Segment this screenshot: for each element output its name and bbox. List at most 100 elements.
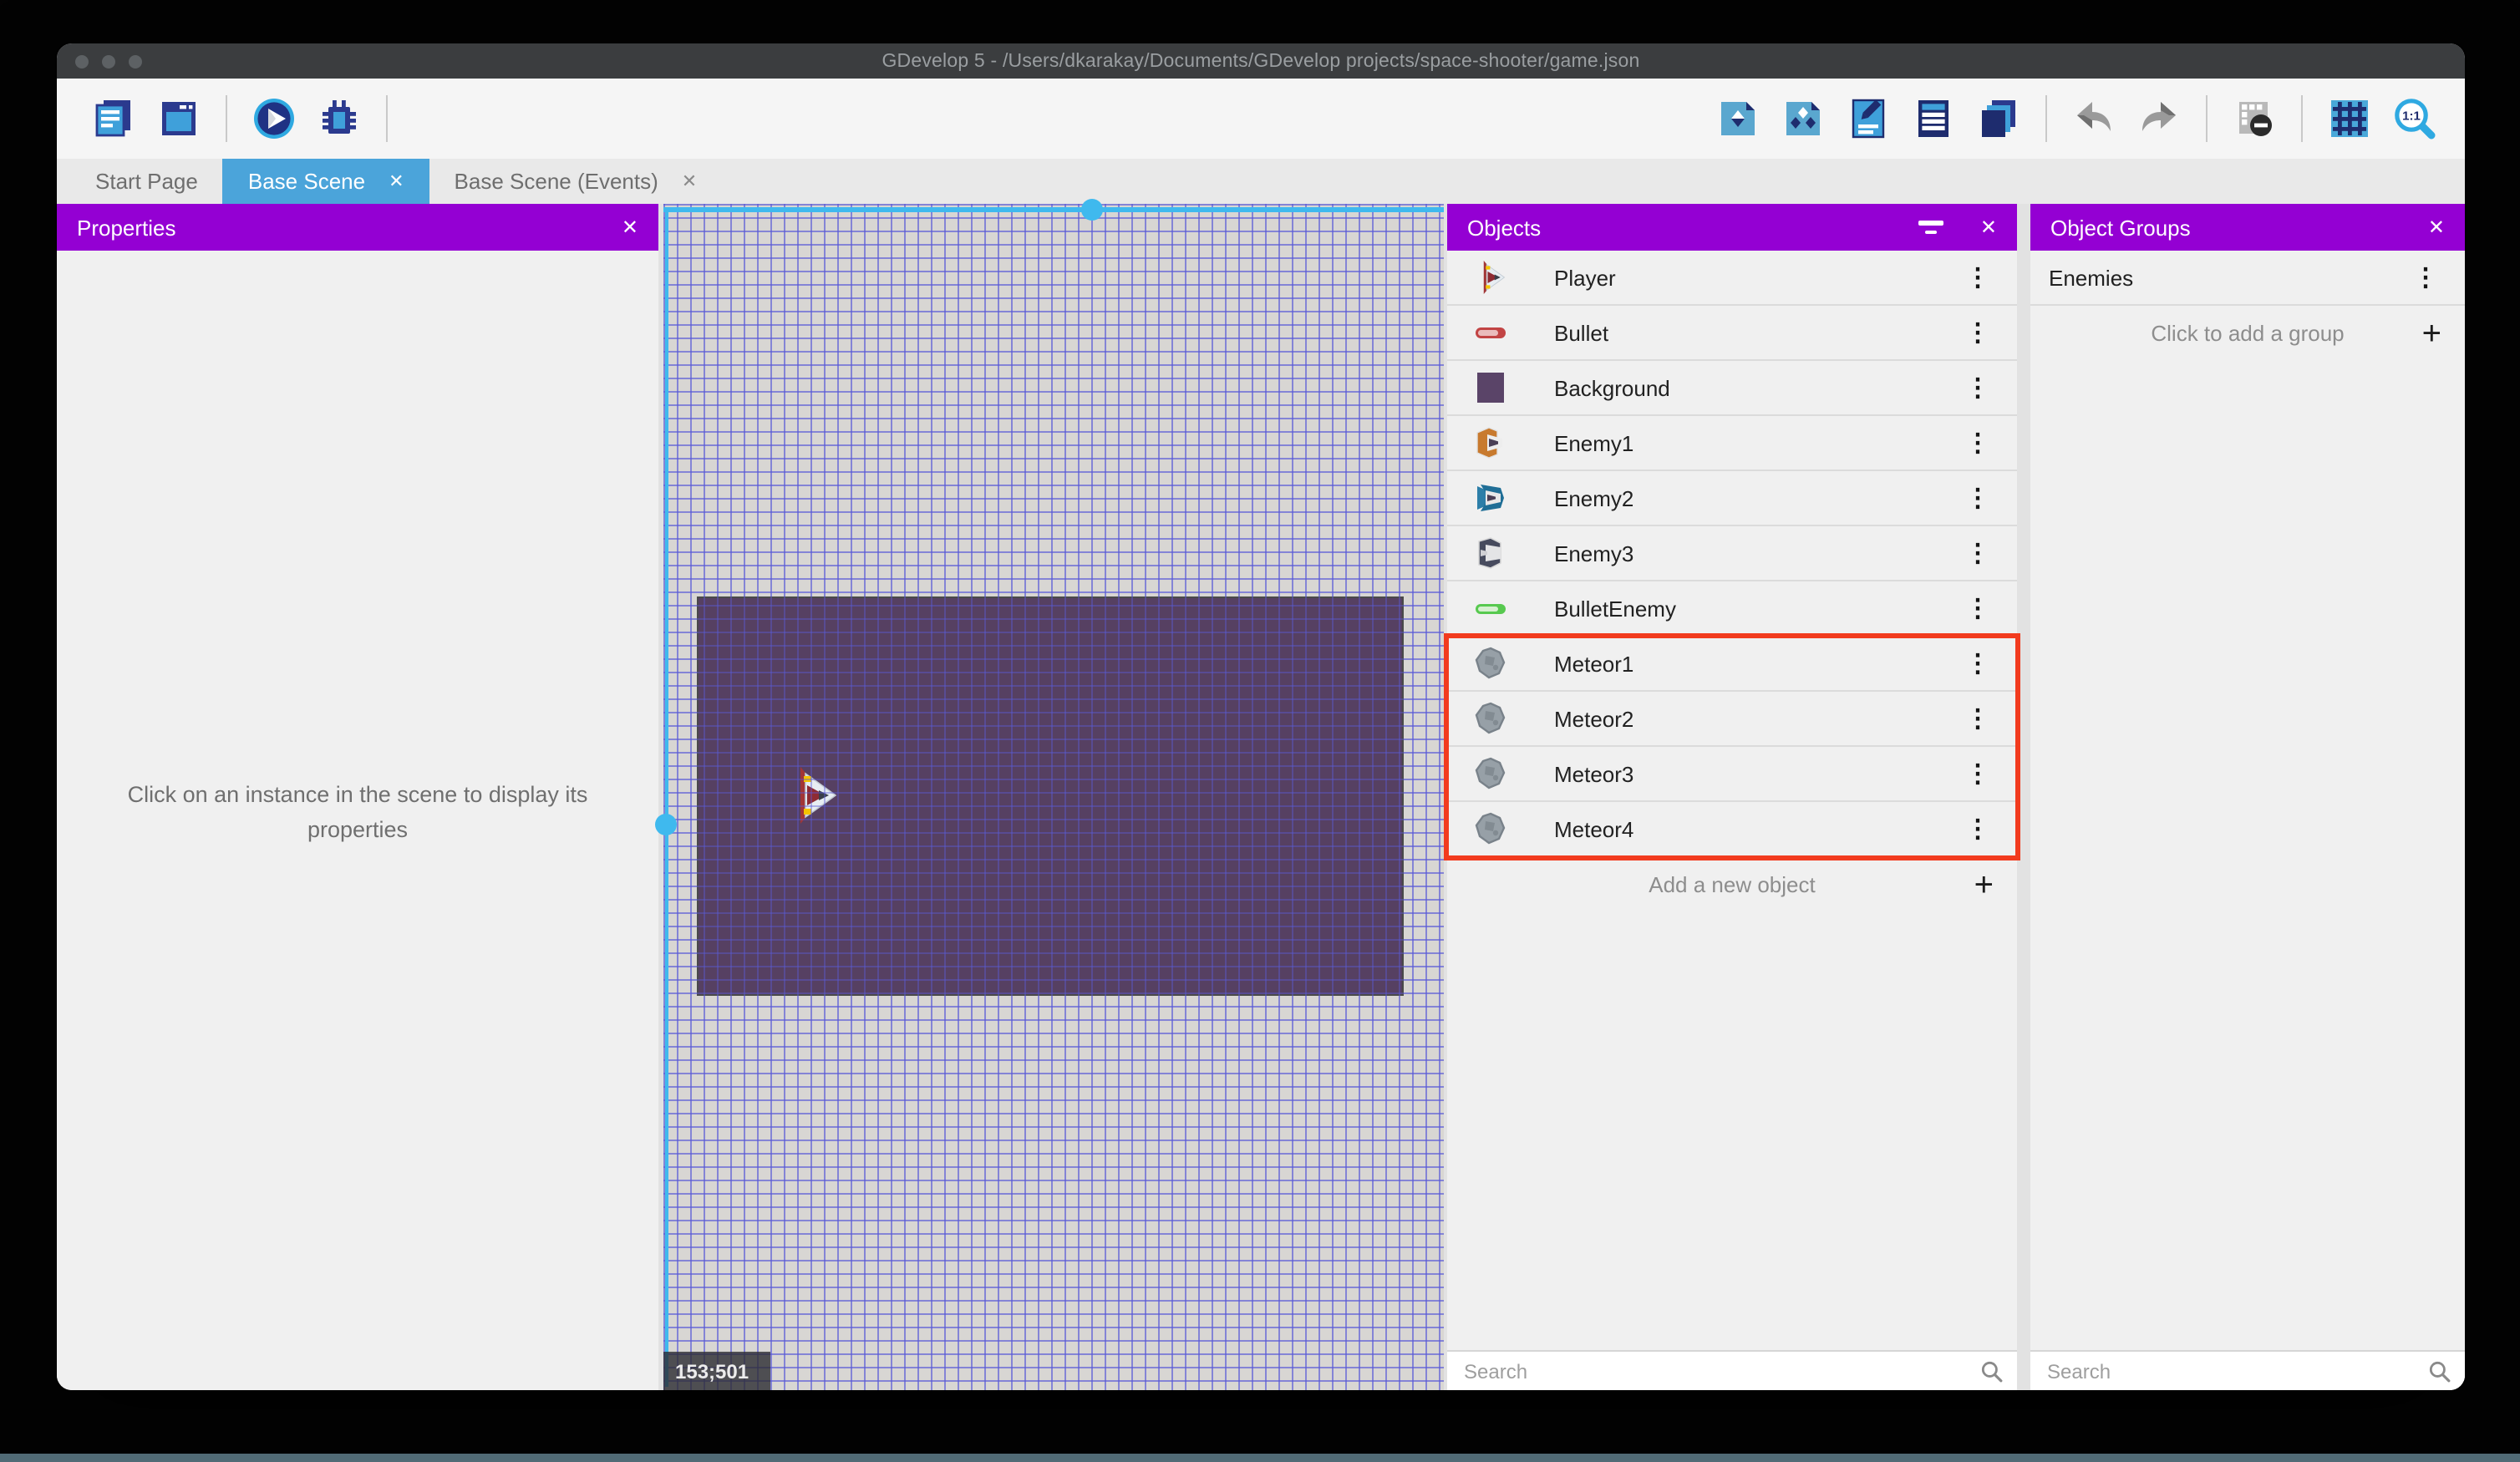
group-row-enemies[interactable]: Enemies ⋮ xyxy=(2030,251,2465,306)
object-menu-kebab-icon[interactable]: ⋮ xyxy=(1965,593,1990,623)
toolbar-divider xyxy=(386,95,388,142)
object-row-meteor4[interactable]: Meteor4 ⋮ xyxy=(1447,802,2017,857)
toggle-grid-button[interactable] xyxy=(2326,95,2373,142)
object-row-background[interactable]: Background ⋮ xyxy=(1447,361,2017,416)
properties-empty-message: Click on an instance in the scene to dis… xyxy=(127,782,588,842)
tab-base-scene[interactable]: Base Scene ✕ xyxy=(222,159,429,204)
object-page-icon xyxy=(1716,97,1760,140)
close-properties-icon[interactable]: ✕ xyxy=(622,216,638,239)
render-options-button[interactable] xyxy=(2231,95,2278,142)
layers-icon xyxy=(1977,97,2020,140)
filter-icon[interactable] xyxy=(1918,221,1943,234)
object-menu-kebab-icon[interactable]: ⋮ xyxy=(1965,759,1990,789)
objects-list-icon xyxy=(1912,97,1955,140)
desktop-edge xyxy=(0,1454,2520,1462)
scene-window-icon xyxy=(157,97,201,140)
meteor-icon xyxy=(1474,647,1507,680)
object-row-player[interactable]: Player ⋮ xyxy=(1447,251,2017,306)
object-groups-panel-title: Object Groups xyxy=(2050,215,2191,240)
window-mask-icon xyxy=(2233,97,2276,140)
properties-panel-title: Properties xyxy=(77,215,176,240)
toolbar-divider xyxy=(2206,95,2208,142)
instances-page-icon xyxy=(1781,97,1825,140)
object-row-meteor1[interactable]: Meteor1 ⋮ xyxy=(1447,637,2017,692)
object-row-meteor3[interactable]: Meteor3 ⋮ xyxy=(1447,747,2017,802)
bullet-icon xyxy=(1474,316,1507,349)
redo-icon xyxy=(2137,97,2181,140)
object-menu-kebab-icon[interactable]: ⋮ xyxy=(1965,373,1990,403)
svg-text:1:1: 1:1 xyxy=(2402,109,2421,124)
object-menu-kebab-icon[interactable]: ⋮ xyxy=(1965,317,1990,348)
edit-object-button[interactable] xyxy=(1715,95,1761,142)
add-group-button[interactable]: Click to add a group + xyxy=(2030,306,2465,361)
tab-start-page[interactable]: Start Page xyxy=(70,159,223,204)
tab-bar: Start Page Base Scene ✕ Base Scene (Events)… xyxy=(57,159,2465,204)
selection-handle-top[interactable] xyxy=(1081,199,1103,221)
plus-icon: + xyxy=(2421,315,2441,352)
enemy2-ship-icon xyxy=(1474,481,1507,515)
groups-search-row xyxy=(2030,1350,2465,1390)
group-menu-kebab-icon[interactable]: ⋮ xyxy=(2413,262,2438,292)
tab-close-icon[interactable]: ✕ xyxy=(389,170,404,192)
tab-base-scene-events[interactable]: Base Scene (Events) ✕ xyxy=(429,159,723,204)
groups-search-input[interactable] xyxy=(2044,1358,2428,1384)
object-row-bulletenemy[interactable]: BulletEnemy ⋮ xyxy=(1447,581,2017,637)
object-menu-kebab-icon[interactable]: ⋮ xyxy=(1965,538,1990,568)
toolbar-divider xyxy=(226,95,227,142)
object-menu-kebab-icon[interactable]: ⋮ xyxy=(1965,262,1990,292)
object-row-enemy1[interactable]: Enemy1 ⋮ xyxy=(1447,416,2017,471)
background-icon xyxy=(1474,371,1507,404)
grid-overlay xyxy=(663,204,1444,1390)
object-row-meteor2[interactable]: Meteor2 ⋮ xyxy=(1447,692,2017,747)
enemy1-ship-icon xyxy=(1474,426,1507,459)
close-object-groups-icon[interactable]: ✕ xyxy=(2428,216,2445,239)
project-manager-button[interactable] xyxy=(90,95,137,142)
debug-button[interactable] xyxy=(316,95,363,142)
selection-edge-top xyxy=(663,207,1444,211)
edit-instances-button[interactable] xyxy=(1780,95,1826,142)
debug-icon xyxy=(318,97,361,140)
object-menu-kebab-icon[interactable]: ⋮ xyxy=(1965,703,1990,734)
scene-canvas[interactable]: 153;501 xyxy=(655,199,1444,1390)
object-menu-kebab-icon[interactable]: ⋮ xyxy=(1965,814,1990,844)
preview-play-button[interactable] xyxy=(251,95,297,142)
object-menu-kebab-icon[interactable]: ⋮ xyxy=(1965,428,1990,458)
search-icon xyxy=(2428,1359,2451,1383)
enemy3-ship-icon xyxy=(1474,536,1507,570)
undo-button[interactable] xyxy=(2070,95,2117,142)
redo-button[interactable] xyxy=(2136,95,2182,142)
objects-search-input[interactable] xyxy=(1461,1358,1980,1384)
close-objects-icon[interactable]: ✕ xyxy=(1980,216,1997,239)
object-row-bullet[interactable]: Bullet ⋮ xyxy=(1447,306,2017,361)
add-new-object-label: Add a new object xyxy=(1649,872,1816,897)
bullet-enemy-icon xyxy=(1474,591,1507,625)
grid-icon xyxy=(2328,97,2371,140)
meteor-icon xyxy=(1474,812,1507,845)
object-row-enemy2[interactable]: Enemy2 ⋮ xyxy=(1447,471,2017,526)
player-ship-icon xyxy=(1474,261,1507,294)
add-new-object-button[interactable]: Add a new object + xyxy=(1447,857,2017,912)
zoom-original-button[interactable]: 1:1 xyxy=(2391,95,2438,142)
objects-panel-header: Objects ✕ xyxy=(1447,204,2017,251)
tab-close-icon[interactable]: ✕ xyxy=(682,170,697,192)
object-menu-kebab-icon[interactable]: ⋮ xyxy=(1965,648,1990,678)
meteor-icon xyxy=(1474,757,1507,790)
tab-label: Start Page xyxy=(95,169,198,194)
main-toolbar: 1:1 xyxy=(57,79,2465,159)
add-group-label: Click to add a group xyxy=(2151,321,2345,346)
open-layers-button[interactable] xyxy=(1975,95,2022,142)
object-menu-kebab-icon[interactable]: ⋮ xyxy=(1965,483,1990,513)
toolbar-divider xyxy=(2045,95,2047,142)
gdevelop-window: GDevelop 5 - /Users/dkarakay/Documents/G… xyxy=(57,43,2465,1390)
tab-label: Base Scene (Events) xyxy=(454,169,658,194)
zoom-1-1-icon: 1:1 xyxy=(2393,97,2436,140)
selection-handle-left[interactable] xyxy=(655,814,677,835)
open-objects-list-button[interactable] xyxy=(1910,95,1957,142)
open-scene-window-button[interactable] xyxy=(155,95,202,142)
meteor-icon xyxy=(1474,702,1507,735)
properties-panel: Properties ✕ Click on an instance in the… xyxy=(57,204,658,1390)
edit-properties-button[interactable] xyxy=(1845,95,1892,142)
toolbar-left-group xyxy=(90,95,393,142)
object-row-enemy3[interactable]: Enemy3 ⋮ xyxy=(1447,526,2017,581)
objects-panel-title: Objects xyxy=(1467,215,1542,240)
